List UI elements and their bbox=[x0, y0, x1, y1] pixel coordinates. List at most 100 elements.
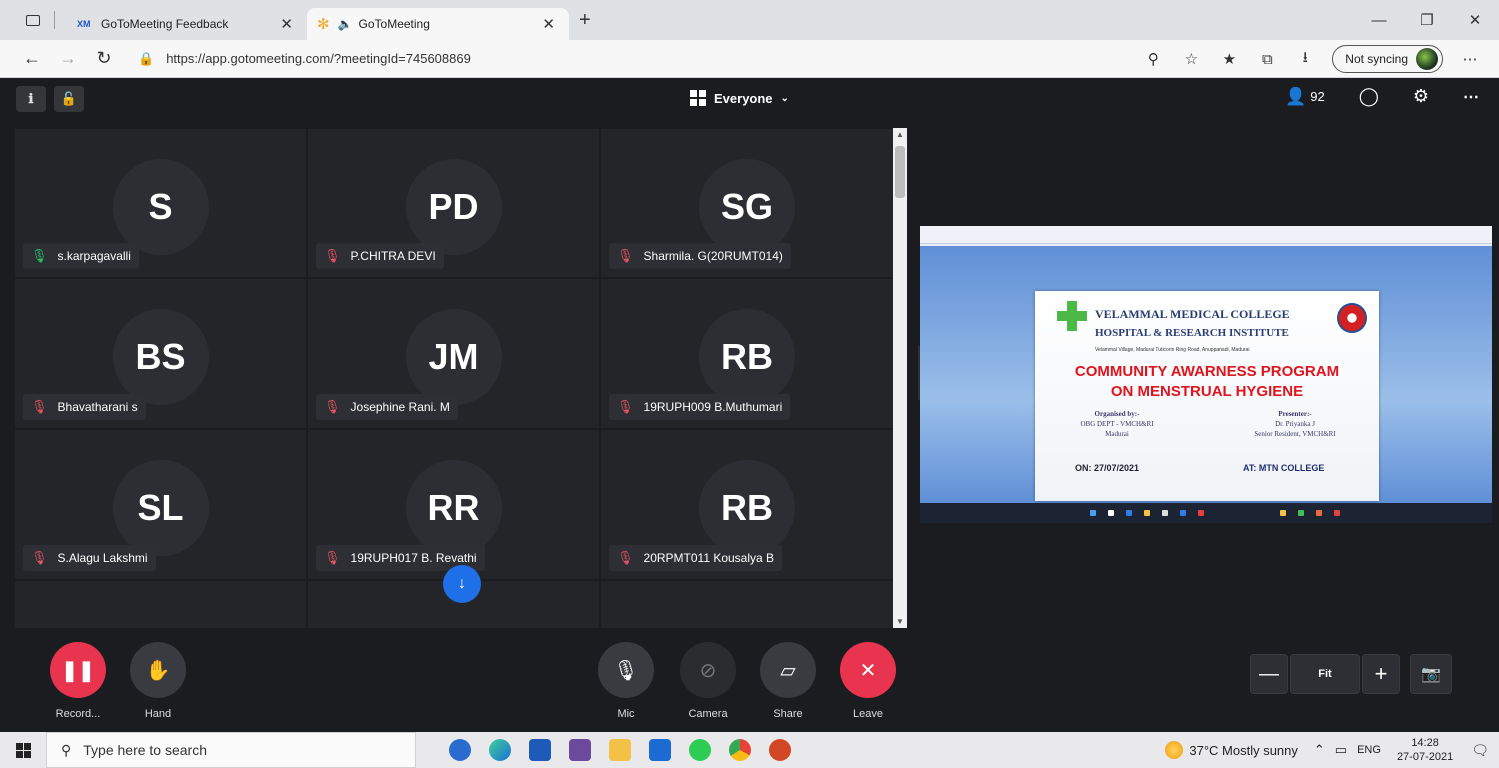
camera-button[interactable]: ⊘ bbox=[680, 642, 736, 698]
close-tab-icon[interactable]: ✕ bbox=[542, 15, 555, 33]
zoom-out-button[interactable]: — bbox=[1250, 654, 1288, 694]
raise-hand-button[interactable]: ✋ bbox=[130, 642, 186, 698]
powerpoint-app-icon[interactable] bbox=[760, 732, 800, 768]
lock-meeting-icon[interactable]: 🔓 bbox=[54, 86, 84, 112]
participant-nameplate: 🎙 s.karpagavalli bbox=[23, 243, 139, 269]
zoom-in-button[interactable]: + bbox=[1362, 654, 1400, 694]
slide-organiser: Organised by:- OBG DEPT - VMCH&RI Madura… bbox=[1080, 410, 1154, 438]
view-selector[interactable]: Everyone ⌄ bbox=[690, 90, 789, 106]
tab-gotomeeting-feedback[interactable]: XM GoToMeeting Feedback ✕ bbox=[67, 8, 307, 40]
participant-tile[interactable] bbox=[14, 580, 307, 628]
mic-muted-icon: 🎙 bbox=[324, 248, 341, 263]
game-app-icon[interactable] bbox=[560, 732, 600, 768]
restore-icon[interactable]: ❐ bbox=[1403, 11, 1451, 29]
participant-tile[interactable]: RB 🎙 19RUPH009 B.Muthumari bbox=[600, 278, 894, 429]
mic-button[interactable]: 🎙 bbox=[598, 642, 654, 698]
site-permissions-icon[interactable]: ⚲ bbox=[1134, 50, 1172, 68]
minimize-icon[interactable]: — bbox=[1355, 12, 1403, 29]
tab-actions-icon[interactable] bbox=[20, 7, 46, 33]
windows-taskbar: ⚲ Type here to search 37°C Mostly sunny … bbox=[0, 732, 1499, 768]
whatsapp-app-icon[interactable] bbox=[680, 732, 720, 768]
favorites-icon[interactable]: ★ bbox=[1210, 50, 1248, 68]
scroll-down-arrow-icon[interactable]: ▼ bbox=[893, 617, 907, 626]
language-indicator[interactable]: ENG bbox=[1357, 744, 1381, 756]
screenshot-button[interactable]: 📷 bbox=[1410, 654, 1452, 694]
more-icon[interactable]: ⋯ bbox=[1451, 50, 1489, 68]
network-icon[interactable]: ▭ bbox=[1335, 742, 1347, 758]
notification-icon[interactable]: 🗨 bbox=[1471, 742, 1489, 759]
taskbar-search[interactable]: ⚲ Type here to search bbox=[46, 732, 416, 768]
attendees-button[interactable]: 👤 92 bbox=[1285, 87, 1325, 107]
refresh-icon[interactable]: ↻ bbox=[86, 48, 122, 69]
participant-name: S.Alagu Lakshmi bbox=[57, 551, 148, 565]
participant-nameplate: 🎙 P.CHITRA DEVI bbox=[316, 243, 444, 269]
avatar: RR bbox=[405, 460, 502, 556]
downloads-icon[interactable]: ⭳ bbox=[1286, 47, 1324, 72]
close-window-icon[interactable]: ✕ bbox=[1451, 11, 1499, 29]
participant-tile[interactable]: SG 🎙 Sharmila. G(20RUMT014) bbox=[600, 128, 894, 278]
participant-name: s.karpagavalli bbox=[57, 249, 131, 263]
participant-nameplate: 🎙 S.Alagu Lakshmi bbox=[23, 545, 156, 571]
clock[interactable]: 14:28 27-07-2021 bbox=[1397, 736, 1453, 764]
chat-icon[interactable]: ◯ bbox=[1359, 86, 1379, 107]
avatar: SL bbox=[112, 460, 209, 556]
participant-tile[interactable]: BS 🎙 Bhavatharani s bbox=[14, 278, 307, 429]
mic-off-icon: 🎙 bbox=[613, 659, 639, 682]
grid-scrollbar[interactable]: ▲ ▼ bbox=[893, 128, 907, 628]
lock-icon[interactable]: 🔒 bbox=[138, 51, 154, 67]
mic-muted-icon: 🎙 bbox=[31, 550, 48, 565]
cortana-app-icon[interactable] bbox=[440, 732, 480, 768]
close-tab-icon[interactable]: ✕ bbox=[280, 15, 293, 33]
back-icon[interactable]: ← bbox=[14, 48, 50, 69]
participant-tile[interactable]: S 🎙 s.karpagavalli bbox=[14, 128, 307, 278]
profile-sync-button[interactable]: Not syncing bbox=[1332, 45, 1443, 73]
participant-name: 20RPMT011 Kousalya B bbox=[643, 551, 775, 565]
start-button[interactable] bbox=[0, 732, 46, 768]
participant-count: 92 bbox=[1310, 89, 1325, 104]
scrollbar-thumb[interactable] bbox=[895, 146, 905, 198]
speaker-icon[interactable]: 🔈 bbox=[338, 17, 353, 31]
pause-icon: ❚❚ bbox=[61, 659, 95, 682]
url-field[interactable]: 🔒 https://app.gotomeeting.com/?meetingId… bbox=[138, 51, 471, 67]
edge-app-icon[interactable] bbox=[480, 732, 520, 768]
tab-gotomeeting[interactable]: ✻ 🔈 GoToMeeting ✕ bbox=[307, 8, 569, 40]
scroll-up-arrow-icon[interactable]: ▲ bbox=[893, 130, 907, 139]
info-icon[interactable]: ℹ bbox=[16, 86, 46, 112]
close-icon: ✕ bbox=[859, 659, 877, 682]
record-button[interactable]: ❚❚ bbox=[50, 642, 106, 698]
arrow-down-icon: ↓ bbox=[458, 575, 466, 592]
add-favorite-icon[interactable]: ☆ bbox=[1172, 50, 1210, 68]
slide-headline-2: ON MENSTRUAL HYGIENE bbox=[1110, 383, 1304, 400]
participant-name: 19RUPH009 B.Muthumari bbox=[643, 400, 783, 414]
show-hidden-icons-icon[interactable]: ⌃ bbox=[1314, 742, 1325, 758]
participant-tile[interactable]: RB 🎙 20RPMT011 Kousalya B bbox=[600, 429, 894, 580]
settings-icon[interactable]: ⚙ bbox=[1413, 86, 1429, 107]
collections-icon[interactable]: ⧉ bbox=[1248, 51, 1286, 68]
slide-headline-1: COMMUNITY AWARNESS PROGRAM bbox=[1074, 363, 1340, 380]
tab-label: GoToMeeting Feedback bbox=[101, 17, 229, 31]
camera-icon: 📷 bbox=[1421, 666, 1441, 683]
more-options-icon[interactable]: ⋯ bbox=[1463, 87, 1479, 107]
chrome-app-icon[interactable] bbox=[720, 732, 760, 768]
scroll-down-button[interactable]: ↓ bbox=[443, 565, 481, 603]
participant-tile[interactable]: SL 🎙 S.Alagu Lakshmi bbox=[14, 429, 307, 580]
store-app-icon[interactable] bbox=[520, 732, 560, 768]
participant-tile[interactable] bbox=[600, 580, 894, 628]
share-button[interactable]: ▱ bbox=[760, 642, 816, 698]
mic-muted-icon: 🎙 bbox=[324, 550, 341, 565]
file-explorer-app-icon[interactable] bbox=[600, 732, 640, 768]
participant-tile[interactable]: JM 🎙 Josephine Rani. M bbox=[307, 278, 600, 429]
mail-app-icon[interactable] bbox=[640, 732, 680, 768]
new-tab-icon[interactable]: + bbox=[579, 9, 591, 32]
participant-tile[interactable]: PD 🎙 P.CHITRA DEVI bbox=[307, 128, 600, 278]
leave-button[interactable]: ✕ bbox=[840, 642, 896, 698]
forward-icon[interactable]: → bbox=[50, 48, 86, 69]
participant-tile[interactable]: RR 🎙 19RUPH017 B. Revathi bbox=[307, 429, 600, 580]
zoom-fit-button[interactable]: Fit bbox=[1290, 654, 1360, 694]
weather-text[interactable]: 37°C Mostly sunny bbox=[1189, 743, 1298, 758]
mic-muted-icon: 🎙 bbox=[617, 550, 634, 565]
meeting-controls: ❚❚ Record... ✋ Hand 🎙 Mic ⊘ Camera ▱ Sha… bbox=[0, 630, 1499, 732]
sync-label: Not syncing bbox=[1345, 52, 1408, 66]
avatar: BS bbox=[112, 309, 209, 405]
participant-grid: S 🎙 s.karpagavalli PD 🎙 P.CHITRA DEVI SG 🎙… bbox=[14, 128, 894, 628]
